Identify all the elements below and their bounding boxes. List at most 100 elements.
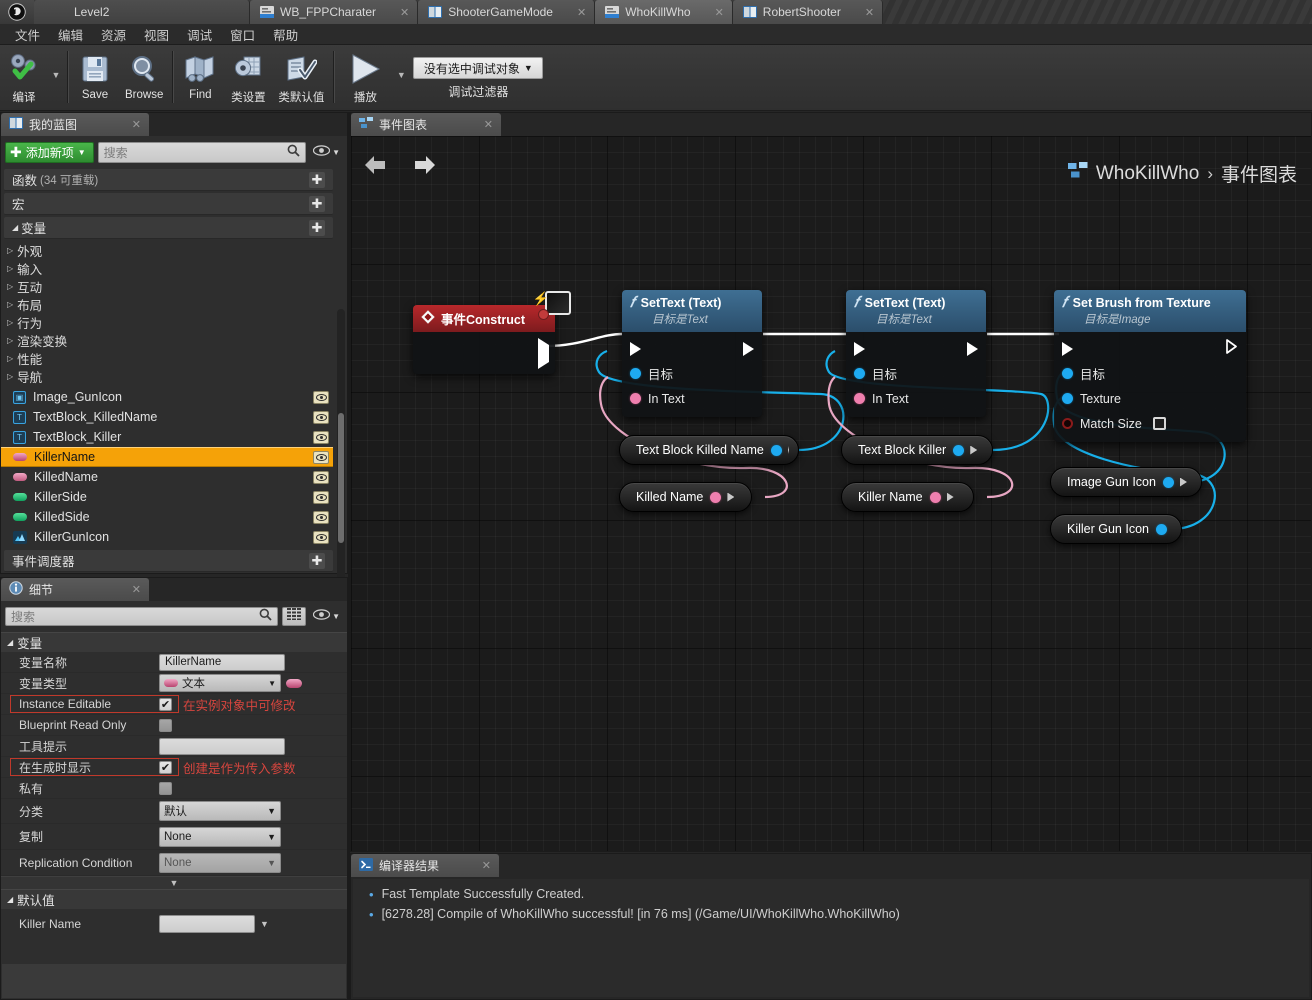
close-icon[interactable]: ✕ xyxy=(118,583,141,596)
menu-window[interactable]: 窗口 xyxy=(221,23,264,46)
variable-item-image-gunicon[interactable]: ▣ Image_GunIcon xyxy=(1,387,333,407)
category-interaction[interactable]: ▷ 互动 xyxy=(1,277,347,295)
menu-assets[interactable]: 资源 xyxy=(92,23,135,46)
chevron-down-icon[interactable]: ▼ xyxy=(260,919,269,929)
debug-target-select[interactable]: 没有选中调试对象 ▼ xyxy=(413,57,544,79)
my-blueprint-visibility-button[interactable]: ▼ xyxy=(310,145,343,159)
close-icon[interactable]: ✕ xyxy=(847,6,874,19)
pin-target[interactable] xyxy=(630,368,641,379)
add-variable-button[interactable]: ✚ xyxy=(309,219,325,236)
pin-target[interactable] xyxy=(1062,368,1073,379)
match-size-checkbox[interactable] xyxy=(1152,417,1166,430)
variable-item-killedside[interactable]: KilledSide xyxy=(1,507,333,527)
tab-my-blueprint[interactable]: 我的蓝图 ✕ xyxy=(1,113,149,136)
section-event-dispatchers[interactable]: 事件调度器 ✚ xyxy=(4,550,333,572)
pin-in-text[interactable] xyxy=(854,393,865,404)
tab-whokillwho[interactable]: WhoKillWho ✕ xyxy=(595,0,733,24)
pin-output-text[interactable] xyxy=(710,491,722,503)
close-icon[interactable]: ✕ xyxy=(559,6,586,19)
add-new-button[interactable]: ✚ 添加新项 ▼ xyxy=(5,141,94,163)
eye-icon[interactable] xyxy=(313,390,329,404)
close-icon[interactable]: ✕ xyxy=(118,118,141,131)
getter-killer-gun-icon[interactable]: Killer Gun Icon xyxy=(1050,514,1182,544)
pin-exec-out[interactable] xyxy=(538,338,549,369)
pin-match-size[interactable] xyxy=(1062,418,1073,429)
add-macro-button[interactable]: ✚ xyxy=(309,195,325,212)
pin-target[interactable] xyxy=(854,368,865,379)
pin-output-object[interactable] xyxy=(770,444,782,456)
variable-type-select[interactable]: 文本 ▼ xyxy=(159,674,281,692)
pin-texture[interactable] xyxy=(1062,393,1073,404)
getter-text-block-killed-name[interactable]: Text Block Killed Name xyxy=(619,435,799,465)
section-variables[interactable]: ◢ 变量 ✚ xyxy=(4,217,333,239)
details-section-variable[interactable]: ◢ 变量 xyxy=(1,632,347,652)
pin-exec-in[interactable] xyxy=(1062,341,1073,356)
arrow-left-icon[interactable] xyxy=(363,154,389,181)
category-navigation[interactable]: ▷ 导航 xyxy=(1,367,347,385)
eye-icon[interactable] xyxy=(313,410,329,424)
compiler-results-list[interactable]: • Fast Template Successfully Created. • … xyxy=(353,879,1309,997)
pin-exec-out[interactable] xyxy=(967,341,978,356)
close-icon[interactable]: ✕ xyxy=(697,6,724,19)
blueprint-read-only-checkbox[interactable] xyxy=(159,718,172,732)
pin-output-object[interactable] xyxy=(953,444,965,456)
category-appearance[interactable]: ▷ 外观 xyxy=(1,241,347,259)
category-layout[interactable]: ▷ 布局 xyxy=(1,295,347,313)
variable-item-killergunicon[interactable]: KillerGunIcon xyxy=(1,527,333,547)
category-input[interactable]: ▷ 输入 xyxy=(1,259,347,277)
details-visibility-button[interactable]: ▼ xyxy=(310,609,343,623)
eye-icon[interactable] xyxy=(313,490,329,504)
result-line[interactable]: • Fast Template Successfully Created. xyxy=(357,887,1305,907)
pin-exec-out[interactable] xyxy=(743,341,754,356)
variable-item-textblock-killer[interactable]: T TextBlock_Killer xyxy=(1,427,333,447)
add-event-dispatcher-button[interactable]: ✚ xyxy=(309,552,325,569)
category-render-transform[interactable]: ▷ 渲染变换 xyxy=(1,331,347,349)
menu-help[interactable]: 帮助 xyxy=(264,23,307,46)
find-button[interactable]: Find xyxy=(176,47,224,107)
category-behavior[interactable]: ▷ 行为 xyxy=(1,313,347,331)
close-icon[interactable]: ✕ xyxy=(470,118,493,131)
play-dropdown-caret[interactable]: ▼ xyxy=(393,47,409,103)
node-settext-2[interactable]: 𝑓 SetText (Text) 目标是Text 目标 In Text xyxy=(846,290,986,417)
arrow-right-icon[interactable] xyxy=(411,154,437,181)
getter-killed-name[interactable]: Killed Name xyxy=(619,482,752,512)
my-blueprint-scrollbar[interactable] xyxy=(337,309,345,599)
tab-robertshooter[interactable]: RobertShooter ✕ xyxy=(732,0,884,24)
replication-condition-select[interactable]: None ▼ xyxy=(159,852,281,873)
compile-button[interactable]: 编译 xyxy=(0,47,48,107)
tab-compiler-results[interactable]: 编译器结果 ✕ xyxy=(351,854,499,877)
eye-icon[interactable] xyxy=(313,530,329,544)
menu-file[interactable]: 文件 xyxy=(6,23,49,46)
details-search-input[interactable]: 搜索 xyxy=(5,606,279,626)
tab-details[interactable]: 细节 ✕ xyxy=(1,578,149,601)
eye-icon[interactable] xyxy=(313,470,329,484)
class-settings-button[interactable]: 类设置 xyxy=(224,47,272,107)
play-button[interactable]: 播放 xyxy=(337,47,393,107)
tab-event-graph[interactable]: 事件图表 ✕ xyxy=(351,113,501,136)
category-select[interactable]: 默认 ▼ xyxy=(159,801,281,821)
category-performance[interactable]: ▷ 性能 xyxy=(1,349,347,367)
class-defaults-button[interactable]: 类默认值 xyxy=(272,47,330,107)
private-checkbox[interactable] xyxy=(159,781,172,795)
section-macros[interactable]: 宏 ✚ xyxy=(4,193,333,215)
pin-output-object[interactable] xyxy=(1155,523,1167,535)
node-set-brush-from-texture[interactable]: 𝑓 Set Brush from Texture 目标是Image 目标 Tex… xyxy=(1054,290,1246,442)
node-settext-1[interactable]: 𝑓 SetText (Text) 目标是Text 目标 In Text xyxy=(622,290,762,417)
menu-debug[interactable]: 调试 xyxy=(178,23,221,46)
pin-in-text[interactable] xyxy=(630,393,641,404)
variable-item-killername[interactable]: KillerName xyxy=(1,447,333,467)
section-functions[interactable]: 函数 (34 可重载) ✚ xyxy=(4,169,333,191)
my-blueprint-search-input[interactable]: 搜索 xyxy=(97,141,307,163)
browse-button[interactable]: Browse xyxy=(119,47,169,107)
add-function-button[interactable]: ✚ xyxy=(309,171,325,188)
save-button[interactable]: Save xyxy=(71,47,119,107)
tab-level2[interactable]: Level2 xyxy=(34,0,250,24)
pin-exec-in[interactable] xyxy=(630,341,641,356)
tab-wb-fppcharater[interactable]: WB_FPPCharater ✕ xyxy=(250,0,419,24)
variable-item-killedname[interactable]: KilledName xyxy=(1,467,333,487)
menu-edit[interactable]: 编辑 xyxy=(49,23,92,46)
details-section-default-value[interactable]: ◢ 默认值 xyxy=(1,889,347,909)
graph-canvas[interactable]: WhoKillWho › 事件图表 事件Construct ⚡ 𝑓 SetTex… xyxy=(351,136,1311,851)
pin-output-text[interactable] xyxy=(929,491,941,503)
getter-killer-name[interactable]: Killer Name xyxy=(841,482,974,512)
